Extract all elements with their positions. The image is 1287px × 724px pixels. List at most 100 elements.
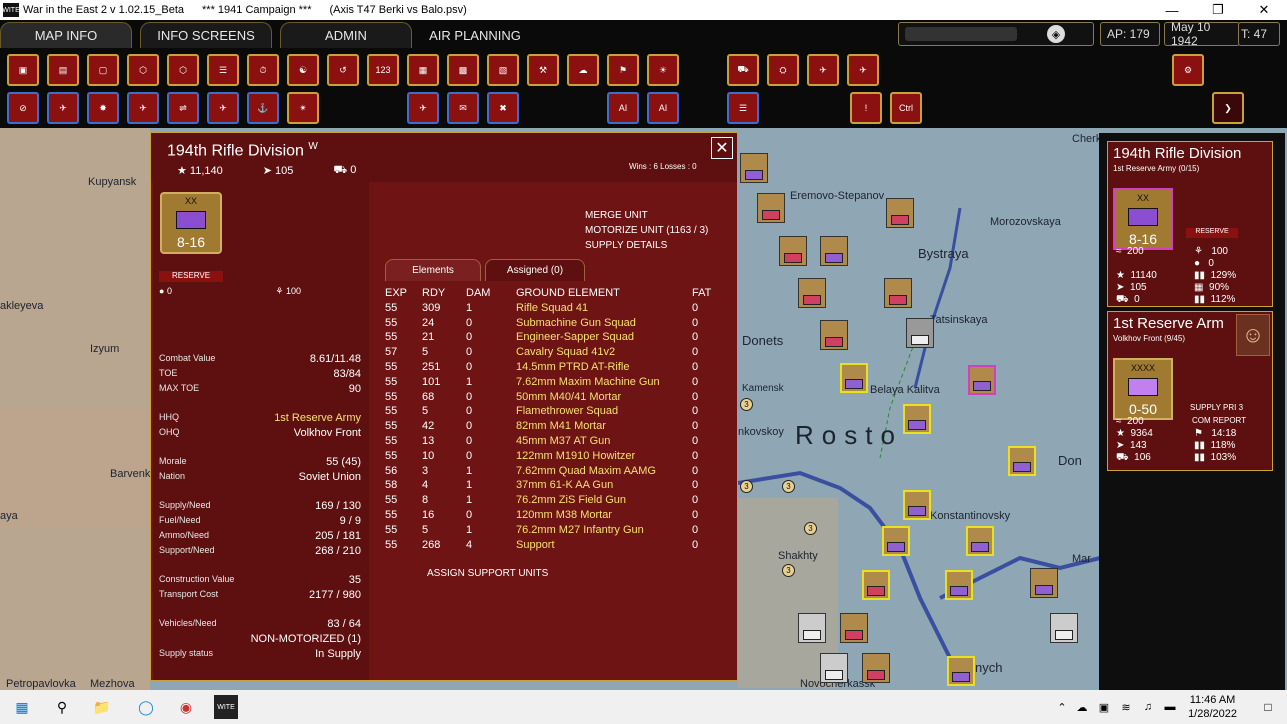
- com-report-link[interactable]: COM REPORT: [1192, 416, 1246, 425]
- element-row[interactable]: 55 5 1 76.2mm M27 Infantry Gun 0: [385, 524, 722, 539]
- supply-priority[interactable]: SUPPLY PRI 3: [1190, 403, 1243, 412]
- tab-assigned[interactable]: Assigned (0): [485, 259, 585, 281]
- assign-support-units-action[interactable]: ASSIGN SUPPORT UNITS: [427, 568, 548, 579]
- map-unit-counter[interactable]: [820, 320, 848, 350]
- victory-flag-icon[interactable]: ⚑: [607, 54, 639, 86]
- next-turn-icon[interactable]: ❯: [1212, 92, 1244, 124]
- toggle-counter-icon[interactable]: ▢: [87, 54, 119, 86]
- motorize-unit-action[interactable]: MOTORIZE UNIT (1163 / 3): [585, 223, 708, 238]
- edge-icon[interactable]: ◯: [134, 695, 158, 719]
- minimize-button[interactable]: —: [1149, 0, 1195, 20]
- map-unit-counter[interactable]: [884, 278, 912, 308]
- map-unit-counter[interactable]: [757, 193, 785, 223]
- element-row[interactable]: 56 3 1 7.62mm Quad Maxim AAMG 0: [385, 465, 722, 480]
- settings-icon[interactable]: ⚙: [1172, 54, 1204, 86]
- windows-start-icon[interactable]: ▦: [10, 695, 34, 719]
- ai-icon[interactable]: AI: [607, 92, 639, 124]
- file-explorer-icon[interactable]: 📁: [90, 695, 114, 719]
- cart-icon[interactable]: ⛭: [767, 54, 799, 86]
- map-unit-counter[interactable]: [862, 653, 890, 683]
- ai-off-icon[interactable]: AI: [647, 92, 679, 124]
- air-transfer-icon[interactable]: ⇌: [167, 92, 199, 124]
- timer-icon[interactable]: ⏱: [247, 54, 279, 86]
- map-unit-counter[interactable]: [798, 278, 826, 308]
- map-unit-counter-selected[interactable]: [903, 490, 931, 520]
- unit-summary-card[interactable]: 194th Rifle Division 1st Reserve Army (0…: [1107, 141, 1273, 307]
- col-rdy[interactable]: RDY: [422, 287, 466, 302]
- element-row[interactable]: 55 8 1 76.2mm ZiS Field Gun 0: [385, 494, 722, 509]
- tab-info-screens[interactable]: INFO SCREENS: [140, 22, 272, 48]
- tab-admin[interactable]: ADMIN: [280, 22, 412, 48]
- map-unit-counter[interactable]: [1050, 613, 1078, 643]
- alert-icon[interactable]: !: [850, 92, 882, 124]
- system-clock[interactable]: 11:46 AM 1/28/2022: [1188, 693, 1237, 721]
- merge-unit-action[interactable]: MERGE UNIT: [585, 208, 708, 223]
- hq-summary-card[interactable]: 1st Reserve Arm Volkhov Front (9/45) ☺ X…: [1107, 311, 1273, 471]
- col-ground-element[interactable]: GROUND ELEMENT: [516, 287, 692, 302]
- map-unit-counter[interactable]: [798, 613, 826, 643]
- map-unit-counter-active[interactable]: [968, 365, 996, 395]
- element-row[interactable]: 55 309 1 Rifle Squad 41 0: [385, 302, 722, 317]
- air-icon[interactable]: ✈: [847, 54, 879, 86]
- chrome-icon[interactable]: ◉: [174, 695, 198, 719]
- air-base-icon[interactable]: ✈: [407, 92, 439, 124]
- tab-elements[interactable]: Elements: [385, 259, 481, 281]
- element-row[interactable]: 57 5 0 Cavalry Squad 41v2 0: [385, 346, 722, 361]
- wite-app-icon[interactable]: WITE: [214, 695, 238, 719]
- rail-repair-icon[interactable]: ⚒: [527, 54, 559, 86]
- toggle-stack-icon[interactable]: ▤: [47, 54, 79, 86]
- zoc-icon[interactable]: ▦: [407, 54, 439, 86]
- map-unit-counter[interactable]: [779, 236, 807, 266]
- city-icon[interactable]: ▧: [487, 54, 519, 86]
- element-row[interactable]: 55 268 4 Support 0: [385, 539, 722, 554]
- air-interdict-icon[interactable]: ✈: [207, 92, 239, 124]
- globe-icon[interactable]: ◈: [1047, 25, 1065, 43]
- hex-f-icon[interactable]: ⬡: [167, 54, 199, 86]
- element-row[interactable]: 55 10 0 122mm M1910 Howitzer 0: [385, 450, 722, 465]
- map-unit-counter[interactable]: [820, 653, 848, 683]
- reserve-badge[interactable]: RESERVE: [159, 271, 223, 282]
- map-unit-counter-selected[interactable]: [862, 570, 890, 600]
- close-window-button[interactable]: ✕: [1241, 0, 1287, 20]
- notification-icon[interactable]: □: [1256, 695, 1280, 719]
- sunset-icon[interactable]: ☀: [647, 54, 679, 86]
- bomb-icon[interactable]: ✸: [87, 92, 119, 124]
- map-hq-counter[interactable]: [886, 198, 914, 228]
- element-row[interactable]: 55 68 0 50mm M40/41 Mortar 0: [385, 391, 722, 406]
- no-air-icon[interactable]: ⊘: [7, 92, 39, 124]
- col-exp[interactable]: EXP: [385, 287, 422, 302]
- network-icon[interactable]: ▣: [1092, 695, 1116, 719]
- map-unit-counter-selected[interactable]: [966, 526, 994, 556]
- close-panel-button[interactable]: ✕: [711, 137, 733, 159]
- volume-icon[interactable]: ♫: [1136, 695, 1160, 719]
- air-support-icon[interactable]: ✈: [47, 92, 79, 124]
- map-unit-counter-selected[interactable]: [1008, 446, 1036, 476]
- air-combat-icon[interactable]: ✖: [487, 92, 519, 124]
- hex-e-icon[interactable]: ⬡: [127, 54, 159, 86]
- stat-value[interactable]: 1st Reserve Army: [274, 412, 361, 424]
- numbers-icon[interactable]: 123: [367, 54, 399, 86]
- weather-icon[interactable]: ☁: [567, 54, 599, 86]
- explosion-icon[interactable]: ✴: [287, 92, 319, 124]
- map-unit-counter-selected[interactable]: [945, 570, 973, 600]
- map-unit-counter[interactable]: [740, 153, 768, 183]
- commander-portrait[interactable]: ☺: [1236, 314, 1270, 356]
- rail-icon[interactable]: ☰: [207, 54, 239, 86]
- tab-map-info[interactable]: MAP INFO: [0, 22, 132, 48]
- col-fat[interactable]: FAT: [692, 287, 722, 302]
- element-row[interactable]: 55 13 0 45mm M37 AT Gun 0: [385, 435, 722, 450]
- element-row[interactable]: 55 21 0 Engineer-Sapper Squad 0: [385, 331, 722, 346]
- col-dam[interactable]: DAM: [466, 287, 516, 302]
- element-row[interactable]: 55 101 1 7.62mm Maxim Machine Gun 0: [385, 376, 722, 391]
- map-unit-counter[interactable]: [1030, 568, 1058, 598]
- factory-icon[interactable]: ▩: [447, 54, 479, 86]
- map-unit-counter-selected[interactable]: [882, 526, 910, 556]
- element-row[interactable]: 55 42 0 82mm M41 Mortar 0: [385, 420, 722, 435]
- battery-icon[interactable]: ▬: [1158, 695, 1182, 719]
- element-row[interactable]: 55 16 0 120mm M38 Mortar 0: [385, 509, 722, 524]
- cloud-icon[interactable]: ☁: [1070, 695, 1094, 719]
- element-row[interactable]: 58 4 1 37mm 61-K AA Gun 0: [385, 479, 722, 494]
- swap-icon[interactable]: ↺: [327, 54, 359, 86]
- truck-icon[interactable]: ⛟: [727, 54, 759, 86]
- map-unit-counter[interactable]: [820, 236, 848, 266]
